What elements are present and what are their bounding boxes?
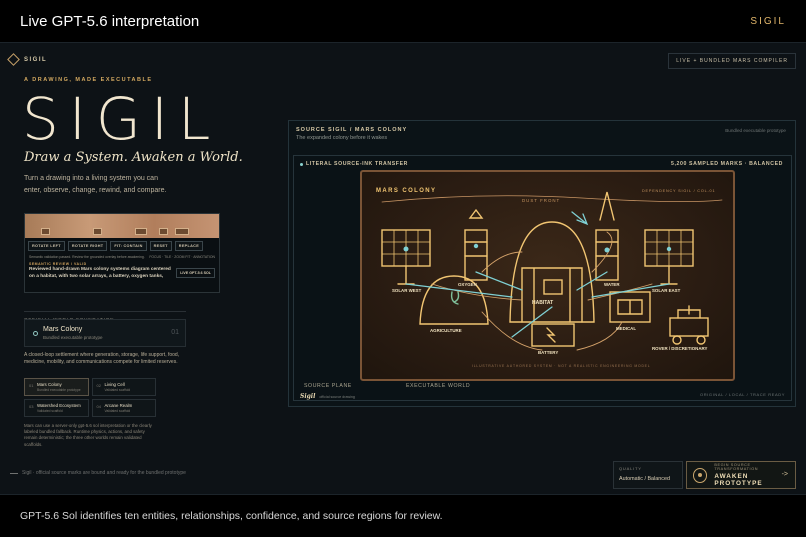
drawing-dependency: DEPENDENCY SIGIL / COL-01 xyxy=(642,189,715,193)
world-option-watershed[interactable]: 03 Watershed Ecosystem Validated scaffold xyxy=(24,399,89,417)
arrow-right-icon: -> xyxy=(781,471,788,478)
runtime-note: Mars can use a server-only gpt-5.6 sol i… xyxy=(24,423,152,447)
label-medical: MEDICAL xyxy=(616,326,636,331)
trace-tag: ORIGINAL / LOCAL / TRACE READY xyxy=(700,392,785,397)
caption-bar: GPT-5.6 Sol identifies ten entities, rel… xyxy=(0,495,806,537)
awaken-prototype-button[interactable]: BEGIN SOURCE TRANSFORMATION AWAKEN PROTOT… xyxy=(686,461,796,489)
drawing-canvas: MARS COLONY DEPENDENCY SIGIL / COL-01 DU… xyxy=(376,188,723,368)
world-description: A closed-loop settlement where generatio… xyxy=(24,352,180,366)
awaken-label: BEGIN SOURCE TRANSFORMATION xyxy=(714,463,759,471)
label-rover: ROVER / DISCRETIONARY xyxy=(652,346,708,351)
brand-label: SIGIL xyxy=(750,15,786,27)
intro-text: Turn a drawing into a living system you … xyxy=(24,175,167,194)
label-agriculture: AGRICULTURE xyxy=(430,328,462,333)
mars-colony-drawing[interactable]: MARS COLONY DEPENDENCY SIGIL / COL-01 DU… xyxy=(360,170,735,381)
rotate-right-button[interactable]: ROTATE RIGHT xyxy=(67,241,108,251)
page-title: SIGIL xyxy=(22,85,221,153)
world-grid: 01 Mars Colony Bundled executable prototyp… xyxy=(24,378,156,417)
logo[interactable]: SIGIL xyxy=(7,53,47,66)
world-option-mars[interactable]: 01 Mars Colony Bundled executable prototyp… xyxy=(24,378,89,396)
validation-hint: Semantic validation passed. Review the g… xyxy=(29,255,145,259)
world-number: 01 xyxy=(171,329,179,336)
label-solar-west: SOLAR WEST xyxy=(392,288,422,293)
source-panel-subtitle: The expanded colony before it wakes xyxy=(296,135,388,141)
caption-text: GPT-5.6 Sol identifies ten entities, rel… xyxy=(20,510,443,522)
source-panel: SOURCE SIGIL / MARS COLONY The expanded … xyxy=(288,120,796,407)
label-water: WATER xyxy=(604,282,620,287)
world-option-arcane[interactable]: 04 Arcane Realm Validated scaffold xyxy=(91,399,156,417)
dust-front-label: DUST FRONT xyxy=(522,198,560,203)
app-viewport: SIGIL LIVE + BUNDLED MARS COMPILER A DRA… xyxy=(0,42,806,495)
tagline: Draw a System. Awaken a World. xyxy=(24,150,243,165)
signature: Sigil official source drawing xyxy=(300,393,355,400)
window-title: Live GPT-5.6 interpretation xyxy=(20,12,200,30)
eyebrow: A DRAWING, MADE EXECUTABLE xyxy=(24,77,153,83)
label-battery: BATTERY xyxy=(538,350,558,355)
label-solar-east: SOLAR EAST xyxy=(652,288,681,293)
drawing-thumbnail xyxy=(25,214,219,238)
source-card: ROTATE LEFT ROTATE RIGHT FIT: CONTAIN RE… xyxy=(24,213,220,293)
quality-selector[interactable]: QUALITY Automatic / Balanced xyxy=(613,461,683,489)
world-sub: Bundled executable prototype xyxy=(43,335,103,340)
footer-status: Sigil · official source marks are bound … xyxy=(10,470,186,476)
selected-world[interactable]: Mars Colony Bundled executable prototype … xyxy=(24,319,186,347)
replace-button[interactable]: REPLACE xyxy=(174,241,204,251)
target-icon xyxy=(693,467,708,483)
world-dot-icon xyxy=(33,330,38,336)
reset-button[interactable]: RESET xyxy=(149,241,172,251)
executable-world-label: EXECUTABLE WORLD xyxy=(406,383,471,389)
world-option-cell[interactable]: 02 Living Cell Validated scaffold xyxy=(91,378,156,396)
source-panel-title: SOURCE SIGIL / MARS COLONY xyxy=(296,127,408,133)
view-hint: FOCUS · TILE · ZOOM FIT · ANNOTATION xyxy=(149,255,215,259)
label-habitat: HABITAT xyxy=(532,300,553,306)
fit-contain-button[interactable]: FIT: CONTAIN xyxy=(110,241,147,251)
drawing-footer: ILLUSTRATIVE AUTHORED SYSTEM · NOT A REA… xyxy=(472,364,650,368)
live-badge: LIVE + BUNDLED MARS COMPILER xyxy=(668,53,796,69)
transfer-frame: LITERAL SOURCE-INK TRANSFER 5,200 SAMPLE… xyxy=(293,155,792,401)
quality-value: Automatic / Balanced xyxy=(619,476,670,482)
diamond-icon xyxy=(7,53,20,66)
drawing-title: MARS COLONY xyxy=(376,188,436,194)
quality-label: QUALITY xyxy=(619,466,642,471)
interpret-button[interactable]: LIVE GPT-5.6 SOL xyxy=(176,268,215,278)
review-description: Reviewed hand-drawn Mars colony systems … xyxy=(29,267,171,279)
world-name: Mars Colony xyxy=(43,326,83,333)
source-plane-label: SOURCE PLANE xyxy=(304,383,352,389)
label-oxygen: OXYGEN xyxy=(458,282,477,287)
transfer-label: LITERAL SOURCE-INK TRANSFER xyxy=(300,161,408,167)
sampled-count: 5,200 SAMPLED MARKS · BALANCED xyxy=(671,161,783,167)
source-panel-tag: Bundled executable prototype xyxy=(725,128,786,133)
title-bar: Live GPT-5.6 interpretation SIGIL xyxy=(0,0,806,42)
rotate-left-button[interactable]: ROTATE LEFT xyxy=(28,241,65,251)
